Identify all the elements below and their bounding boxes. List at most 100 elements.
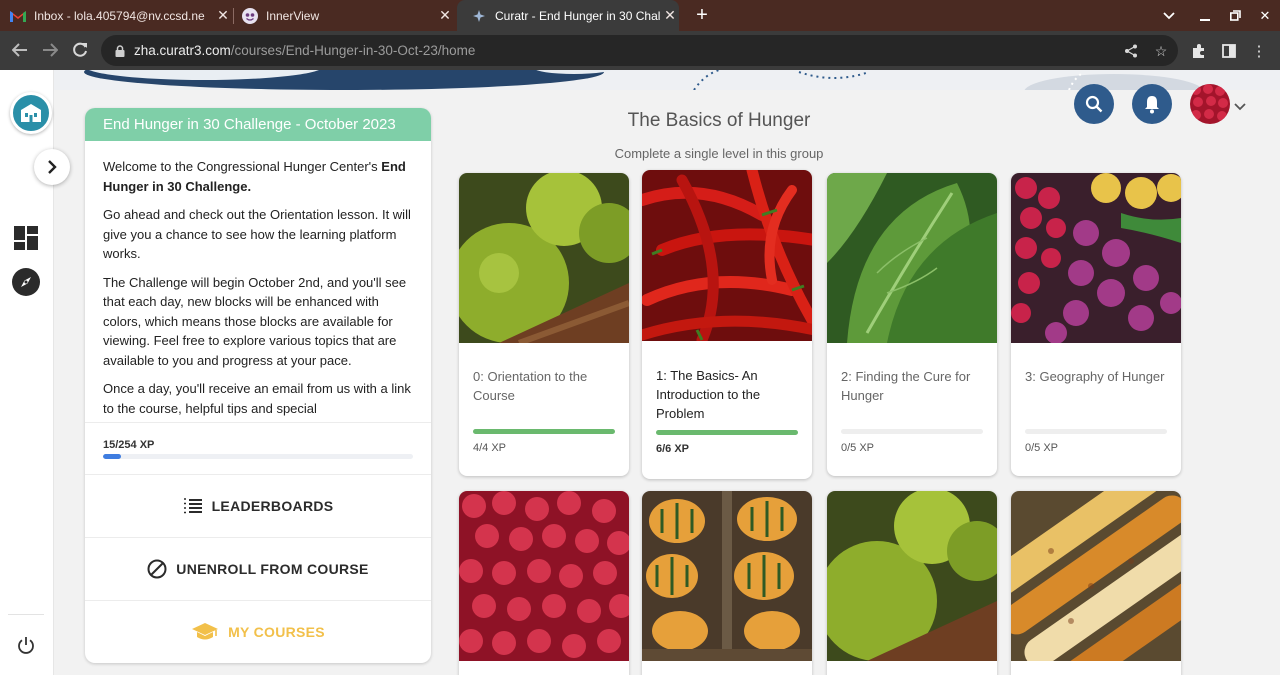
side-panel-icon[interactable]	[1219, 41, 1239, 61]
leaderboards-label: LEADERBOARDS	[211, 498, 334, 514]
share-icon[interactable]	[1121, 41, 1141, 61]
reload-icon[interactable]	[69, 39, 91, 61]
corn-cobs-image	[1011, 491, 1181, 661]
notifications-button[interactable]	[1132, 84, 1172, 124]
course-description: Welcome to the Congressional Hunger Cent…	[85, 141, 431, 422]
compass-icon[interactable]	[11, 267, 41, 297]
my-courses-button[interactable]: MY COURSES	[85, 600, 431, 663]
level-xp: 4/4 XP	[473, 442, 507, 454]
intro-paragraph: Welcome to the Congressional Hunger Cent…	[103, 159, 406, 194]
tab-innerview[interactable]: InnerView ✕	[242, 0, 454, 31]
tab-divider	[233, 8, 234, 24]
green-apples-image	[827, 491, 997, 661]
level-card-squash[interactable]	[642, 491, 812, 675]
url-text: zha.curatr3.com/courses/End-Hunger-in-30…	[134, 43, 476, 58]
leaderboard-list-icon	[183, 498, 203, 514]
restore-icon[interactable]	[1220, 0, 1250, 31]
schedule-paragraph: The Challenge will begin October 2nd, an…	[103, 274, 407, 368]
green-apples-image	[459, 173, 629, 343]
radishes-vegetables-image	[1011, 173, 1181, 343]
xp-label: 15/254 XP	[103, 439, 155, 451]
level-title: 1: The Basics- An Introduction to the Pr…	[656, 368, 761, 421]
level-xp: 0/5 XP	[1025, 442, 1059, 454]
course-title: End Hunger in 30 Challenge - October 202…	[85, 108, 431, 141]
avatar[interactable]	[1190, 84, 1230, 124]
unenroll-button[interactable]: UNENROLL FROM COURSE	[85, 537, 431, 600]
search-icon	[1085, 95, 1103, 113]
course-main: End Hunger in 30 Challenge - October 202…	[54, 70, 1280, 675]
tab-curatr[interactable]: Curatr - End Hunger in 30 Challe ✕	[457, 0, 679, 31]
level-card-finding-cure[interactable]: 2: Finding the Cure for Hunger 0/5 XP	[827, 173, 997, 476]
close-tab-icon[interactable]: ✕	[661, 7, 679, 24]
my-courses-label: MY COURSES	[228, 624, 325, 640]
level-card-raspberries[interactable]	[459, 491, 629, 675]
red-chili-peppers-image	[642, 170, 812, 341]
unenroll-label: UNENROLL FROM COURSE	[176, 561, 369, 577]
level-title: 2: Finding the Cure for Hunger	[841, 369, 971, 403]
course-info-card: End Hunger in 30 Challenge - October 202…	[85, 108, 431, 663]
extensions-puzzle-icon[interactable]	[1189, 41, 1209, 61]
level-card-geography[interactable]: 3: Geography of Hunger 0/5 XP	[1011, 173, 1181, 476]
expand-sidebar-button[interactable]	[34, 149, 70, 185]
page-content: End Hunger in 30 Challenge - October 202…	[0, 70, 1280, 675]
kebab-menu-icon[interactable]: ⋮	[1249, 41, 1269, 61]
level-title: 0: Orientation to the Course	[473, 369, 588, 403]
level-title: 3: Geography of Hunger	[1025, 369, 1165, 384]
lock-icon[interactable]	[114, 44, 126, 57]
bookmark-star-icon[interactable]: ☆	[1151, 41, 1171, 61]
level-card-corn[interactable]	[1011, 491, 1181, 675]
school-building-icon	[21, 104, 41, 122]
innerview-icon	[242, 7, 258, 24]
school-logo-button[interactable]	[10, 92, 52, 134]
block-circle-icon	[147, 559, 167, 579]
level-progress-fill	[656, 430, 798, 435]
tab-title: Inbox - lola.405794@nv.ccsd.ne	[34, 8, 205, 23]
level-progress-track	[656, 430, 798, 435]
tab-title: Curatr - End Hunger in 30 Challe	[495, 8, 661, 23]
tab-search-chevron-icon[interactable]	[1154, 0, 1184, 31]
dashboard-icon[interactable]	[12, 224, 40, 252]
app-sidebar	[0, 70, 70, 675]
power-logout-icon[interactable]	[15, 634, 37, 656]
graduation-cap-icon	[191, 622, 219, 642]
tab-title: InnerView	[266, 8, 320, 23]
close-tab-icon[interactable]: ✕	[436, 7, 454, 24]
curatr-icon	[471, 8, 487, 24]
back-icon[interactable]	[9, 39, 31, 61]
account-chevron-down-icon[interactable]	[1234, 98, 1248, 111]
orientation-paragraph: Go ahead and check out the Orientation l…	[103, 207, 411, 261]
close-tab-icon[interactable]: ✕	[214, 7, 232, 24]
tab-inbox[interactable]: Inbox - lola.405794@nv.ccsd.ne ✕	[10, 0, 232, 31]
level-progress-track	[841, 429, 983, 434]
address-toolbar: zha.curatr3.com/courses/End-Hunger-in-30…	[0, 31, 1280, 70]
level-card-apples-2[interactable]	[827, 491, 997, 675]
group-title: The Basics of Hunger	[627, 110, 811, 131]
email-paragraph: Once a day, you'll receive an email from…	[103, 381, 411, 422]
tab-strip: Inbox - lola.405794@nv.ccsd.ne ✕ InnerVi…	[0, 0, 1280, 31]
chevron-right-icon	[48, 160, 57, 174]
level-card-orientation[interactable]: 0: Orientation to the Course 4/4 XP	[459, 173, 629, 476]
squash-pumpkins-image	[642, 491, 812, 661]
level-progress-track	[473, 429, 615, 434]
minimize-icon[interactable]	[1190, 0, 1220, 31]
bell-icon	[1145, 96, 1159, 114]
close-window-icon[interactable]: ✕	[1250, 0, 1280, 31]
xp-progress-track	[103, 454, 413, 459]
level-xp: 6/6 XP	[656, 443, 690, 455]
url-bar[interactable]: zha.curatr3.com/courses/End-Hunger-in-30…	[101, 35, 1178, 66]
gmail-icon	[10, 8, 26, 24]
xp-progress-fill	[103, 454, 122, 459]
search-button[interactable]	[1074, 84, 1114, 124]
forward-icon[interactable]	[39, 39, 61, 61]
leafy-greens-image	[827, 173, 997, 343]
new-tab-button[interactable]: +	[690, 3, 714, 27]
level-xp: 0/5 XP	[841, 442, 875, 454]
level-card-basics[interactable]: 1: The Basics- An Introduction to the Pr…	[642, 170, 812, 479]
xp-progress: 15/254 XP	[85, 422, 431, 474]
level-progress-fill	[473, 429, 615, 434]
leaderboards-button[interactable]: LEADERBOARDS	[85, 474, 431, 537]
level-progress-track	[1025, 429, 1167, 434]
rail-divider	[8, 614, 44, 615]
group-subtitle: Complete a single level in this group	[614, 146, 824, 161]
raspberries-image	[459, 491, 629, 661]
